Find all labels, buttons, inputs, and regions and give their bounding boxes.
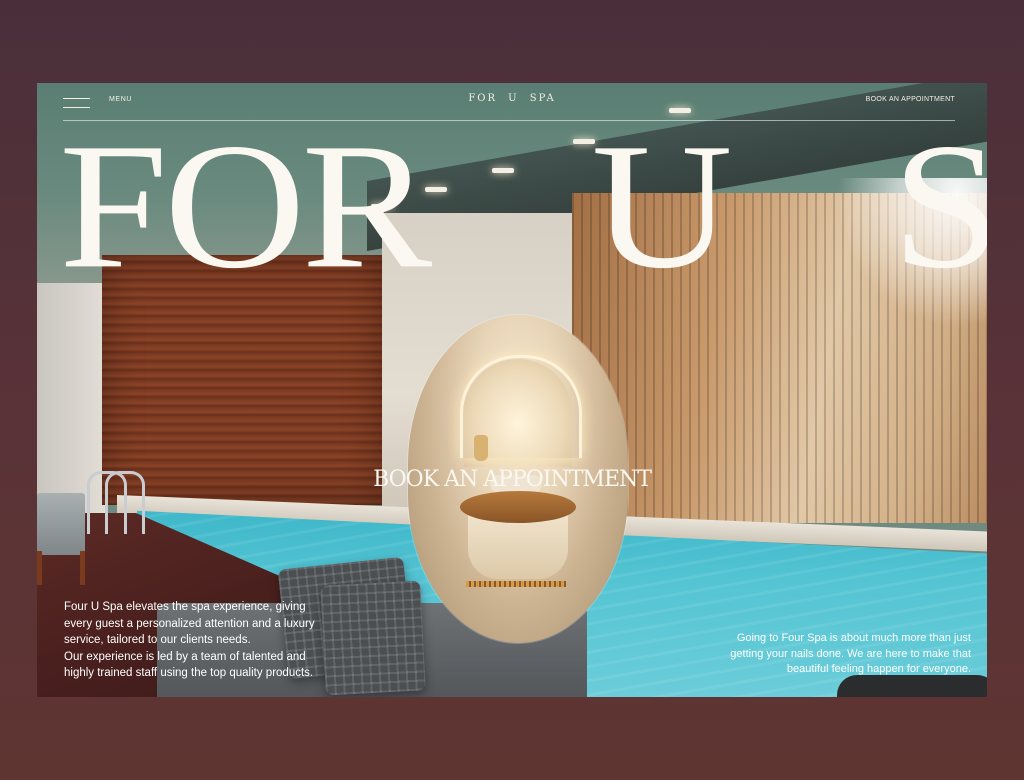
hero-title: FOR U SPA [59, 106, 987, 306]
about-text-left: Four U Spa elevates the spa experience, … [64, 599, 326, 682]
site-logo[interactable]: FOR U SPA [37, 93, 987, 104]
sofa-cushion [320, 580, 426, 696]
book-appointment-button[interactable]: BOOK AN APPOINTMENT [37, 467, 987, 492]
lounge-chair-legs [37, 551, 85, 585]
about-text-right: Going to Four Spa is about much more tha… [730, 632, 971, 675]
floor-grate [466, 581, 566, 587]
about-paragraph: Four U Spa elevates the spa experience, … [64, 601, 315, 646]
lounge-chair [37, 493, 85, 555]
foreground-seat [837, 675, 987, 697]
massage-table-top [460, 491, 576, 523]
hero-section: MENU FOR U SPA BOOK AN APPOINTMENT FOR U… [37, 83, 987, 697]
book-appointment-link[interactable]: BOOK AN APPOINTMENT [866, 96, 955, 103]
vase [474, 435, 488, 461]
about-paragraph: Our experience is led by a team of talen… [64, 650, 314, 680]
